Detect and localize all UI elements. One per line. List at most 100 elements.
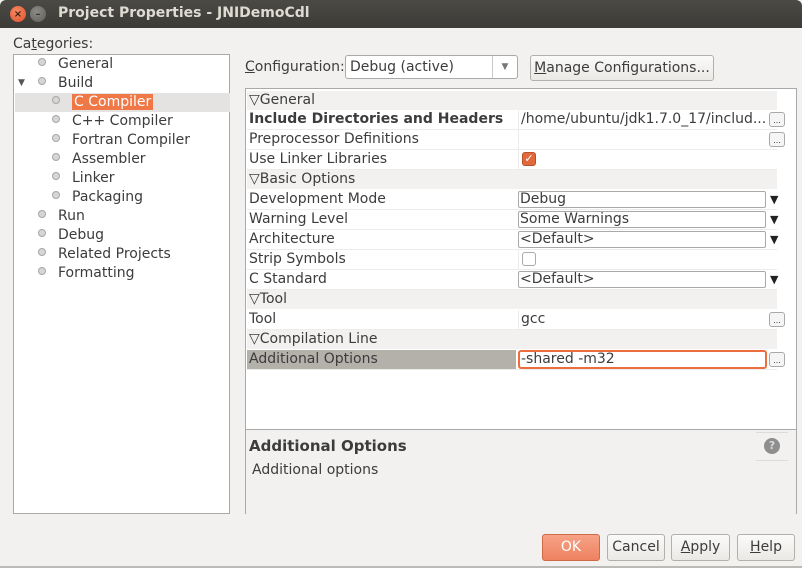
categories-tree[interactable]: General Build ▼ C Compiler C++ Compiler … (13, 54, 230, 514)
property-name: Use Linker Libraries (249, 151, 388, 167)
apply-button[interactable]: Apply (671, 534, 730, 561)
property-name: Additional Options (247, 350, 516, 369)
property-name: Strip Symbols (249, 251, 346, 267)
ok-button[interactable]: OK (542, 534, 600, 561)
category-row-basic-options[interactable]: ▽Basic Options (247, 170, 777, 189)
tree-item-packaging[interactable]: Packaging (52, 188, 143, 207)
additional-options-input[interactable]: -shared -m32 (518, 350, 767, 369)
architecture-select[interactable]: <Default> (518, 231, 766, 248)
tree-item-fortran-compiler[interactable]: Fortran Compiler (52, 131, 190, 150)
property-row[interactable]: Development Mode Debug ▼ (247, 190, 778, 210)
label-mnemonic: H (750, 539, 761, 555)
label-mnemonic: C (245, 59, 255, 75)
tree-item-linker[interactable]: Linker (52, 169, 115, 188)
tree-item-formatting[interactable]: Formatting (38, 264, 134, 283)
description-panel: Additional Options Additional options ? (246, 429, 796, 514)
tree-item-label: Run (58, 208, 85, 224)
tree-item-assembler[interactable]: Assembler (52, 150, 146, 169)
category-label: ▽Compilation Line (249, 330, 515, 349)
expand-arrow-icon[interactable]: ▼ (18, 78, 25, 88)
cancel-button[interactable]: Cancel (607, 534, 665, 561)
tree-item-run[interactable]: Run (38, 207, 85, 226)
property-value[interactable]: /home/ubuntu/jdk1.7.0_17/includ... (518, 110, 774, 129)
property-value[interactable]: gcc (518, 310, 774, 329)
category-name: Tool (259, 291, 287, 307)
development-mode-select[interactable]: Debug (518, 191, 766, 208)
tree-item-label: C++ Compiler (72, 113, 173, 129)
chevron-down-icon[interactable]: ▼ (492, 56, 517, 78)
chevron-down-icon[interactable]: ▼ (770, 270, 778, 289)
tree-item-label: Formatting (58, 265, 135, 281)
collapse-triangle-icon[interactable]: ▽ (249, 92, 260, 108)
strip-symbols-checkbox[interactable] (522, 252, 536, 266)
tree-item-cpp-compiler[interactable]: C++ Compiler (52, 112, 173, 131)
warning-level-select[interactable]: Some Warnings (518, 211, 766, 228)
chevron-down-icon[interactable]: ▼ (770, 210, 778, 229)
label-part: elp (760, 539, 782, 555)
label-mnemonic: A (680, 539, 691, 555)
title-bar: × – Project Properties - JNIDemoCdl (0, 0, 802, 28)
window-title: Project Properties - JNIDemoCdl (58, 5, 310, 21)
description-text: Additional options (252, 462, 379, 478)
tree-item-debug[interactable]: Debug (38, 226, 104, 245)
help-button[interactable]: Help (737, 534, 795, 561)
tree-item-label: Assembler (72, 151, 146, 167)
node-bullet-icon (38, 210, 46, 218)
collapse-triangle-icon[interactable]: ▽ (249, 171, 260, 187)
tree-item-label: Debug (58, 227, 105, 243)
manage-configurations-button[interactable]: Manage Configurations... (530, 55, 714, 81)
c-standard-select[interactable]: <Default> (518, 271, 766, 288)
category-label: ▽General (249, 91, 515, 110)
property-row[interactable]: Use Linker Libraries ✓ (247, 150, 777, 170)
configuration-value: Debug (active) (350, 59, 454, 75)
property-name: Include Directories and Headers (249, 111, 504, 127)
property-name: Preprocessor Definitions (249, 131, 419, 147)
category-label: ▽Tool (249, 290, 515, 309)
chevron-down-icon[interactable]: ▼ (770, 190, 778, 209)
node-bullet-icon (52, 96, 60, 104)
collapse-triangle-icon[interactable]: ▽ (249, 291, 260, 307)
tree-item-label: Linker (72, 170, 115, 186)
node-bullet-icon (38, 248, 46, 256)
category-row-compilation-line[interactable]: ▽Compilation Line (247, 330, 777, 349)
category-name: General (259, 92, 315, 108)
label-mnemonic: M (534, 60, 547, 76)
property-row-selected[interactable]: Additional Options -shared -m32 ... (247, 350, 785, 370)
property-name: Development Mode (249, 191, 386, 207)
ellipsis-button[interactable]: ... (769, 312, 785, 327)
property-row[interactable]: Include Directories and Headers /home/ub… (247, 110, 785, 130)
property-row[interactable]: C Standard <Default> ▼ (247, 270, 778, 290)
tree-item-related-projects[interactable]: Related Projects (38, 245, 171, 264)
tree-item-c-compiler[interactable]: C Compiler (15, 93, 230, 112)
ellipsis-button[interactable]: ... (769, 352, 785, 367)
property-value[interactable] (518, 130, 774, 149)
tree-item-general[interactable]: General (38, 55, 113, 74)
ellipsis-button[interactable]: ... (769, 132, 785, 147)
property-row[interactable]: Warning Level Some Warnings ▼ (247, 210, 778, 230)
property-row[interactable]: Architecture <Default> ▼ (247, 230, 778, 250)
tree-item-label: Fortran Compiler (72, 132, 191, 148)
tree-item-build[interactable]: Build (38, 74, 93, 93)
close-icon[interactable]: × (10, 6, 26, 22)
property-value-cell (518, 150, 774, 169)
tree-item-label: Related Projects (58, 246, 171, 262)
tree-item-label: C Compiler (72, 94, 154, 110)
property-row[interactable]: Preprocessor Definitions ... (247, 130, 785, 150)
minimize-icon[interactable]: – (30, 6, 46, 22)
collapse-triangle-icon[interactable]: ▽ (249, 331, 260, 347)
divider (756, 432, 788, 433)
label-part: egories: (36, 36, 94, 52)
use-linker-libraries-checkbox[interactable]: ✓ (522, 152, 536, 166)
ellipsis-button[interactable]: ... (769, 112, 785, 127)
property-row[interactable]: Tool gcc ... (247, 310, 785, 330)
category-row-tool[interactable]: ▽Tool (247, 290, 777, 309)
help-icon[interactable]: ? (764, 438, 780, 454)
property-name: C Standard (249, 271, 327, 287)
tree-item-label: General (58, 56, 114, 72)
configuration-select[interactable]: Debug (active) ▼ (345, 55, 518, 79)
property-grid: ▽General Include Directories and Headers… (246, 89, 796, 429)
property-sheet: ▽General Include Directories and Headers… (245, 88, 797, 514)
category-row-general[interactable]: ▽General (247, 91, 777, 110)
chevron-down-icon[interactable]: ▼ (770, 230, 778, 249)
property-row[interactable]: Strip Symbols (247, 250, 777, 270)
